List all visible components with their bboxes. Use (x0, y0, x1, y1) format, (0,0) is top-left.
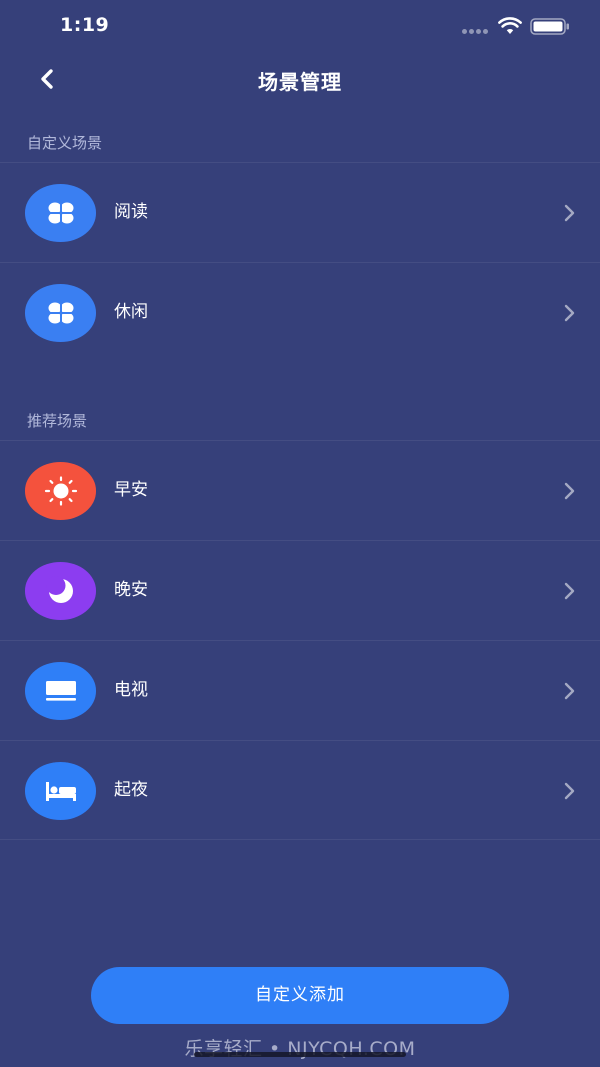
tv-icon (45, 681, 76, 701)
battery-icon (530, 18, 569, 35)
scene-icon-badge (25, 284, 96, 342)
scene-icon-badge (25, 662, 96, 720)
custom-add-button[interactable]: 自定义添加 (91, 967, 509, 1024)
chevron-right-icon (564, 782, 575, 800)
section-header-recommended: 推荐场景 (27, 412, 88, 430)
chevron-right-icon (564, 482, 575, 500)
moon-icon (46, 576, 73, 603)
signal-strength-icon (462, 29, 490, 34)
scene-row-good-morning[interactable]: 早安 (0, 440, 600, 540)
scene-label: 阅读 (114, 202, 148, 222)
scene-icon-badge (25, 562, 96, 620)
scene-label: 晚安 (114, 580, 148, 600)
wifi-icon (498, 17, 522, 34)
scene-icon-badge (25, 762, 96, 820)
scene-icon-badge (25, 184, 96, 242)
clover-icon (46, 201, 75, 225)
sun-icon (44, 476, 77, 506)
page-title: 场景管理 (258, 70, 342, 94)
bed-icon (45, 782, 76, 801)
nav-bar: 场景管理 (0, 54, 600, 104)
scene-label: 休闲 (114, 302, 148, 322)
scene-label: 早安 (114, 480, 148, 500)
section-header-custom: 自定义场景 (27, 134, 103, 152)
chevron-right-icon (564, 204, 575, 222)
scene-row-leisure[interactable]: 休闲 (0, 262, 600, 362)
chevron-right-icon (564, 304, 575, 322)
scene-label: 起夜 (114, 780, 148, 800)
status-bar: 1:19 (0, 0, 600, 54)
scene-row-night-rise[interactable]: 起夜 (0, 740, 600, 840)
chevron-right-icon (564, 582, 575, 600)
status-time: 1:19 (60, 14, 110, 36)
clover-icon (46, 301, 75, 325)
scene-row-good-night[interactable]: 晚安 (0, 540, 600, 640)
scene-row-reading[interactable]: 阅读 (0, 162, 600, 262)
scene-label: 电视 (114, 680, 148, 700)
scene-icon-badge (25, 462, 96, 520)
scene-row-tv[interactable]: 电视 (0, 640, 600, 740)
home-indicator (194, 1052, 406, 1057)
chevron-right-icon (564, 682, 575, 700)
